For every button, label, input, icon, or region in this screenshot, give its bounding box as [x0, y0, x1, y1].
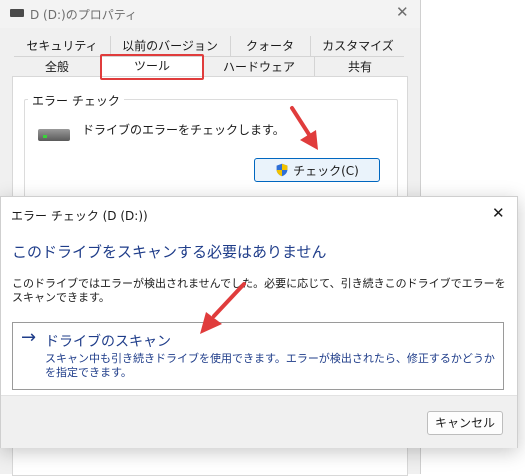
shield-icon	[276, 163, 288, 177]
error-check-group-label: エラー チェック	[28, 92, 124, 109]
tab-previous-versions[interactable]: 以前のバージョン	[110, 36, 230, 56]
check-button-label: チェック(C)	[293, 163, 359, 178]
cancel-button[interactable]: キャンセル	[427, 411, 503, 435]
tab-customize[interactable]: カスタマイズ	[310, 36, 406, 56]
dialog-titlebar: エラー チェック (D (D:)) ✕	[1, 197, 517, 231]
tab-separator	[314, 57, 315, 76]
dialog-message: このドライブではエラーが検出されませんでした。必要に応じて、引き続きこのドライブ…	[12, 277, 506, 304]
tab-separator	[310, 36, 311, 56]
close-icon[interactable]: ✕	[396, 3, 409, 21]
scan-drive-title: ドライブのスキャン	[45, 334, 171, 350]
properties-title: D (D:)のプロパティ	[30, 8, 137, 22]
error-check-group	[24, 99, 398, 211]
tab-separator	[110, 36, 111, 56]
scan-drive-description: スキャン中も引き続きドライブを使用できます。エラーが検出されたら、修正するかどう…	[45, 352, 495, 379]
check-button[interactable]: チェック(C)	[254, 158, 380, 182]
properties-titlebar: D (D:)のプロパティ ✕	[0, 0, 420, 28]
close-icon[interactable]: ✕	[492, 204, 505, 222]
arrow-right-icon: →	[21, 327, 37, 348]
tab-hardware[interactable]: ハードウェア	[204, 57, 314, 77]
dialog-title: エラー チェック (D (D:))	[11, 209, 148, 223]
drive-led	[43, 135, 47, 138]
error-check-dialog: エラー チェック (D (D:)) ✕ このドライブをスキャンする必要はありませ…	[0, 196, 518, 448]
dialog-heading: このドライブをスキャンする必要はありません	[12, 243, 327, 261]
tab-highlight-box	[100, 54, 204, 80]
scan-drive-option[interactable]: → ドライブのスキャン スキャン中も引き続きドライブを使用できます。エラーが検出…	[12, 322, 504, 390]
tab-sharing[interactable]: 共有	[314, 57, 406, 77]
tab-quota[interactable]: クォータ	[230, 36, 310, 56]
tab-general[interactable]: 全般	[14, 57, 100, 77]
tab-divider	[14, 56, 404, 57]
tab-separator	[230, 36, 231, 56]
drive-icon	[10, 9, 24, 17]
tab-security[interactable]: セキュリティ	[14, 36, 110, 56]
error-check-description: ドライブのエラーをチェックします。	[82, 123, 285, 137]
